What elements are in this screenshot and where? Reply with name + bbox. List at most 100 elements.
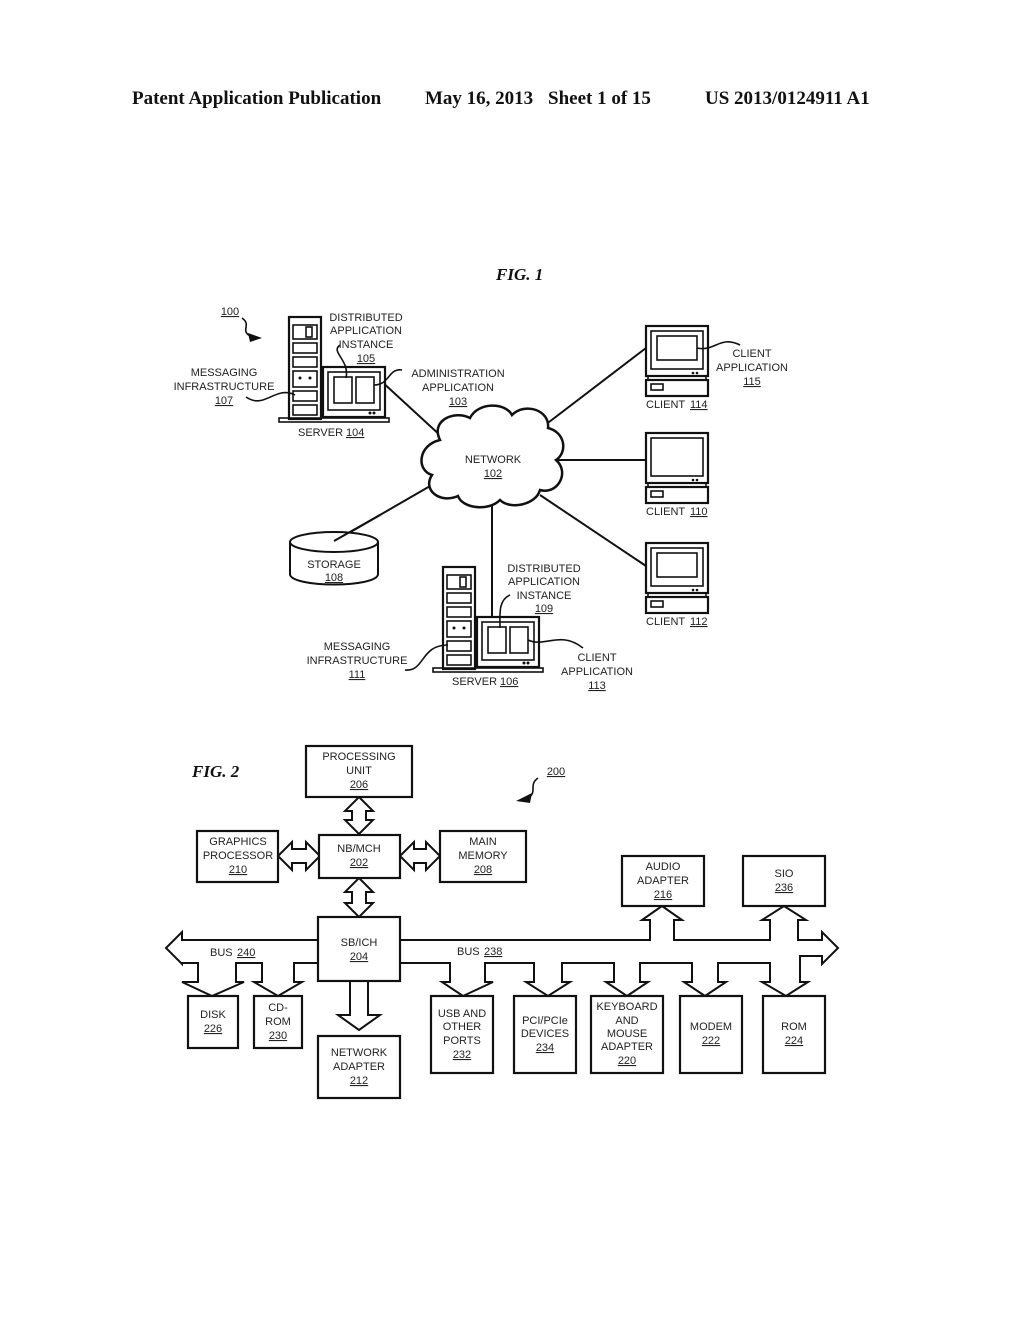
admin103-number: 103 [449,396,467,408]
network-label: NETWORK [465,454,522,466]
graphics-line1: GRAPHICS [209,836,266,848]
rom-line1: ROM [781,1021,807,1033]
msg111-line2: INFRASTRUCTURE [307,655,408,667]
processing-line1: PROCESSING [322,751,395,763]
dai105-line1: DISTRIBUTED [329,312,402,324]
client-112: CLIENT 112 [644,541,710,628]
patent-drawing: FIG. 1 100 NETWORK 102 SERVER 104 DISTRI… [164,265,840,1100]
mainmem-line1: MAIN [469,836,497,848]
box-nb-mch: NB/MCH 202 [317,833,402,880]
admin103-line1: ADMINISTRATION [411,368,504,380]
dai109-line2: APPLICATION [508,576,580,588]
msg107-leader [245,391,296,402]
box-sb-ich: SB/ICH 204 [316,915,402,983]
usb-line3: PORTS [443,1035,481,1047]
client114-label: CLIENT [646,399,685,411]
box-usb-ports: USB AND OTHER PORTS 232 [429,994,495,1075]
fig2-title: FIG. 2 [191,762,240,781]
pci-line1: PCI/PCIe [522,1015,568,1027]
keyboard-line3: MOUSE [607,1028,647,1040]
disk-line1: DISK [200,1009,226,1021]
pci-number: 234 [536,1042,554,1054]
server106-number: 106 [500,676,518,688]
graphics-line2: PROCESSOR [203,850,273,862]
usb-line2: OTHER [443,1021,482,1033]
pci-line2: DEVICES [521,1028,569,1040]
bus240-number: 240 [237,947,255,959]
modem-line1: MODEM [690,1021,732,1033]
dai105-line3: INSTANCE [339,339,394,351]
link-client114 [535,347,647,433]
box-cdrom: CD- ROM 230 [252,994,304,1050]
modem-number: 222 [702,1035,720,1047]
disk-number: 226 [204,1023,222,1035]
box-main-memory: MAIN MEMORY 208 [438,829,528,884]
box-disk: DISK 226 [186,994,240,1050]
ref-arrowhead-icon [248,333,262,342]
msg107-number: 107 [215,395,233,407]
msg111-number: 111 [349,669,366,681]
fig1-title: FIG. 1 [495,265,543,284]
arrow-pu-nb [342,795,376,836]
processing-line2: UNIT [346,765,372,777]
nbmch-number: 202 [350,857,368,869]
client112-label: CLIENT [646,616,685,628]
arrow-nb-sb [342,876,376,919]
rom-number: 224 [785,1035,803,1047]
nbmch-line1: NB/MCH [337,843,380,855]
clientapp113-number: 113 [588,680,606,692]
link-client112 [539,494,647,567]
client-110: CLIENT 110 [644,431,710,518]
client112-base-icon [644,595,710,615]
client114-base-icon [644,378,710,398]
graphics-number: 210 [229,864,247,876]
keyboard-line1: KEYBOARD [596,1001,657,1013]
box-processing-unit: PROCESSING UNIT 206 [304,744,414,799]
server106-label: SERVER [452,676,497,688]
netadapter-line2: ADAPTER [333,1061,385,1073]
keyboard-line2: AND [615,1015,638,1027]
arrow-nb-mem [398,839,442,873]
sio-line1: SIO [775,868,794,880]
audio-line2: ADAPTER [637,875,689,887]
box-modem: MODEM 222 [678,994,744,1075]
cdrom-line1: CD- [268,1002,288,1014]
clientapp115-line1: CLIENT [732,348,771,360]
clientapp115-number: 115 [743,376,761,388]
box-audio-adapter: AUDIO ADAPTER 216 [620,854,706,908]
netadapter-line1: NETWORK [331,1047,388,1059]
usb-number: 232 [453,1049,471,1061]
network-cloud: NETWORK 102 [420,404,565,509]
box-rom: ROM 224 [761,994,827,1075]
bus-240-arrow [164,929,319,998]
mainmem-number: 208 [474,864,492,876]
dai109-line1: DISTRIBUTED [507,563,580,575]
arrow-sb-network [334,980,384,1032]
arrow-gp-nb [276,839,322,873]
clientapp113-line1: CLIENT [577,652,616,664]
dai105-number: 105 [357,353,375,365]
audio-number: 216 [654,889,672,901]
storage-108: STORAGE 108 [289,514,381,586]
fig2-ref-number: 200 [547,766,565,778]
client-114: CLIENT 114 [644,324,710,411]
sbich-number: 204 [350,951,368,963]
server104-label: SERVER [298,427,343,439]
box-pci-devices: PCI/PCIe DEVICES 234 [512,994,578,1075]
netadapter-number: 212 [350,1075,368,1087]
bus238-label: BUS [457,946,480,958]
sbich-line1: SB/ICH [341,937,378,949]
keyboard-line4: ADAPTER [601,1041,653,1053]
clientapp113-line2: APPLICATION [561,666,633,678]
fig2-ref-arrowhead-icon [516,793,532,803]
client110-base-icon [644,485,710,505]
network-number: 102 [484,468,502,480]
keyboard-number: 220 [618,1055,636,1067]
bus238-number: 238 [484,946,502,958]
msg107-line1: MESSAGING [191,367,258,379]
cdrom-number: 230 [269,1030,287,1042]
mainmem-line2: MEMORY [458,850,508,862]
audio-line1: AUDIO [646,861,681,873]
dai109-number: 109 [535,603,553,615]
client110-number: 110 [690,506,708,518]
